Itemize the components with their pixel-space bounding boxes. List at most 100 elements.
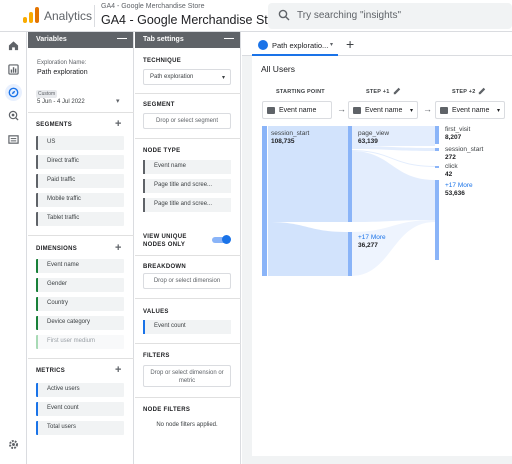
node-bar-session-start-2[interactable] — [435, 148, 439, 151]
divider — [135, 138, 241, 139]
chevron-down-icon: ▾ — [221, 75, 225, 81]
column-header-starting-point: STARTING POINT — [276, 89, 325, 95]
node-type-chip[interactable]: Page title and scree... — [143, 198, 231, 212]
toggle-knob — [222, 235, 231, 244]
dimension-chip[interactable]: First user medium — [36, 335, 124, 349]
node-type-chip[interactable]: Page title and scree... — [143, 179, 231, 193]
more-nodes-link[interactable]: +17 More — [358, 234, 386, 241]
add-metric-button[interactable]: + — [115, 364, 121, 376]
metric-chip[interactable]: Event count — [36, 402, 124, 416]
starting-point-selector[interactable]: Event name — [262, 101, 332, 119]
filters-drop-zone[interactable]: Drop or select dimension or metric — [143, 365, 231, 387]
explore-icon[interactable] — [8, 87, 19, 98]
segment-chip[interactable]: Paid traffic — [36, 174, 124, 188]
variables-panel-header: Variables — — [28, 32, 133, 48]
home-icon[interactable] — [8, 40, 19, 51]
dimension-chip[interactable]: Country — [36, 297, 124, 311]
minimize-variables-button[interactable]: — — [117, 33, 127, 44]
settings-icon[interactable] — [8, 439, 19, 450]
values-chip[interactable]: Event count — [143, 320, 231, 334]
filters-title: FILTERS — [143, 353, 170, 359]
node-type-chip[interactable]: Event name — [143, 160, 231, 174]
node-value: 272 — [445, 154, 456, 161]
segment-chip[interactable]: US — [36, 136, 124, 150]
column-header-step-2: STEP +2 — [452, 89, 476, 95]
dimension-chip[interactable]: Gender — [36, 278, 124, 292]
minimize-tab-settings-button[interactable]: — — [224, 33, 234, 44]
more-nodes-link[interactable]: +17 More — [445, 182, 473, 189]
tab-label: Path exploratio... — [272, 41, 329, 50]
node-bar-session-start[interactable] — [262, 126, 267, 276]
node-value: 42 — [445, 171, 453, 178]
technique-select[interactable]: Path exploration ▾ — [143, 69, 231, 85]
node-filters-title: NODE FILTERS — [143, 407, 191, 413]
divider — [28, 235, 134, 236]
analytics-logo[interactable] — [23, 7, 39, 23]
tab-settings-title: Tab settings — [143, 36, 184, 43]
metric-chip[interactable]: Total users — [36, 421, 124, 435]
segment-chip[interactable]: Mobile traffic — [36, 193, 124, 207]
node-label[interactable]: page_view — [358, 130, 389, 137]
tab-settings-header: Tab settings — — [135, 32, 240, 48]
selector-label: Event name — [452, 107, 490, 114]
node-bar-page-view[interactable] — [348, 126, 352, 222]
reports-icon[interactable] — [8, 64, 19, 75]
date-custom-badge: Custom — [36, 90, 58, 98]
selector-label: Event name — [279, 107, 317, 114]
segments-title: SEGMENTS — [36, 122, 73, 128]
edit-icon[interactable] — [393, 87, 401, 95]
values-title: VALUES — [143, 309, 169, 315]
flow-page-view-to-more[interactable] — [351, 151, 435, 222]
node-bar-step1-more[interactable] — [348, 232, 352, 276]
dimension-chip[interactable]: Device category — [36, 316, 124, 330]
step-2-selector[interactable]: Event name ▾ — [435, 101, 505, 119]
add-tab-button[interactable]: + — [346, 36, 354, 52]
segment-title: SEGMENT — [143, 102, 175, 108]
divider — [135, 397, 241, 398]
breakdown-drop-zone[interactable]: Drop or select dimension — [143, 273, 231, 289]
column-header-step-1: STEP +1 — [366, 89, 390, 95]
node-label[interactable]: first_visit — [445, 126, 470, 133]
node-value: 53,636 — [445, 190, 465, 197]
add-segment-button[interactable]: + — [115, 118, 121, 130]
segment-chip[interactable]: Direct traffic — [36, 155, 124, 169]
segment-chip[interactable]: Tablet traffic — [36, 212, 124, 226]
technique-value: Path exploration — [150, 74, 194, 80]
header-divider — [94, 5, 95, 27]
variables-title: Variables — [36, 36, 67, 43]
node-bar-first-visit[interactable] — [435, 126, 439, 144]
account-breadcrumb[interactable]: GA4 - Google Merchandise Store — [101, 3, 205, 10]
node-bar-step2-more[interactable] — [435, 180, 439, 260]
advertising-icon[interactable] — [8, 110, 19, 121]
flow-start-to-more[interactable] — [268, 222, 348, 276]
chevron-down-icon: ▾ — [496, 108, 500, 114]
node-label[interactable]: click — [445, 163, 458, 170]
configure-icon[interactable] — [8, 134, 19, 145]
divider — [28, 112, 134, 113]
search-icon — [278, 9, 290, 21]
step-1-selector[interactable]: Event name ▾ — [348, 101, 418, 119]
divider — [135, 255, 241, 256]
metric-chip[interactable]: Active users — [36, 383, 124, 397]
exploration-name-input[interactable]: Path exploration — [37, 69, 88, 76]
node-value: 63,139 — [358, 138, 378, 145]
node-label[interactable]: session_start — [445, 146, 483, 153]
node-label[interactable]: session_start — [271, 130, 309, 137]
flow-page-view-to-session-start[interactable] — [351, 146, 435, 151]
node-value: 8,207 — [445, 134, 462, 141]
edit-icon[interactable] — [478, 87, 486, 95]
segment-drop-zone[interactable]: Drop or select segment — [143, 113, 231, 129]
add-dimension-button[interactable]: + — [115, 242, 121, 254]
node-bar-click[interactable] — [435, 166, 439, 168]
app-name: Analytics — [44, 9, 93, 23]
divider — [28, 358, 134, 359]
chevron-down-icon[interactable]: ▾ — [330, 41, 333, 48]
divider — [135, 343, 241, 344]
date-range[interactable]: 5 Jun - 4 Jul 2022 — [37, 99, 85, 105]
pencil-icon — [258, 40, 268, 50]
event-icon — [440, 107, 448, 114]
chevron-down-icon[interactable]: ▾ — [116, 97, 120, 105]
unique-nodes-label: VIEW UNIQUE NODES ONLY — [143, 234, 187, 248]
dimension-chip[interactable]: Event name — [36, 259, 124, 273]
search-placeholder: Try searching "insights" — [297, 10, 401, 21]
